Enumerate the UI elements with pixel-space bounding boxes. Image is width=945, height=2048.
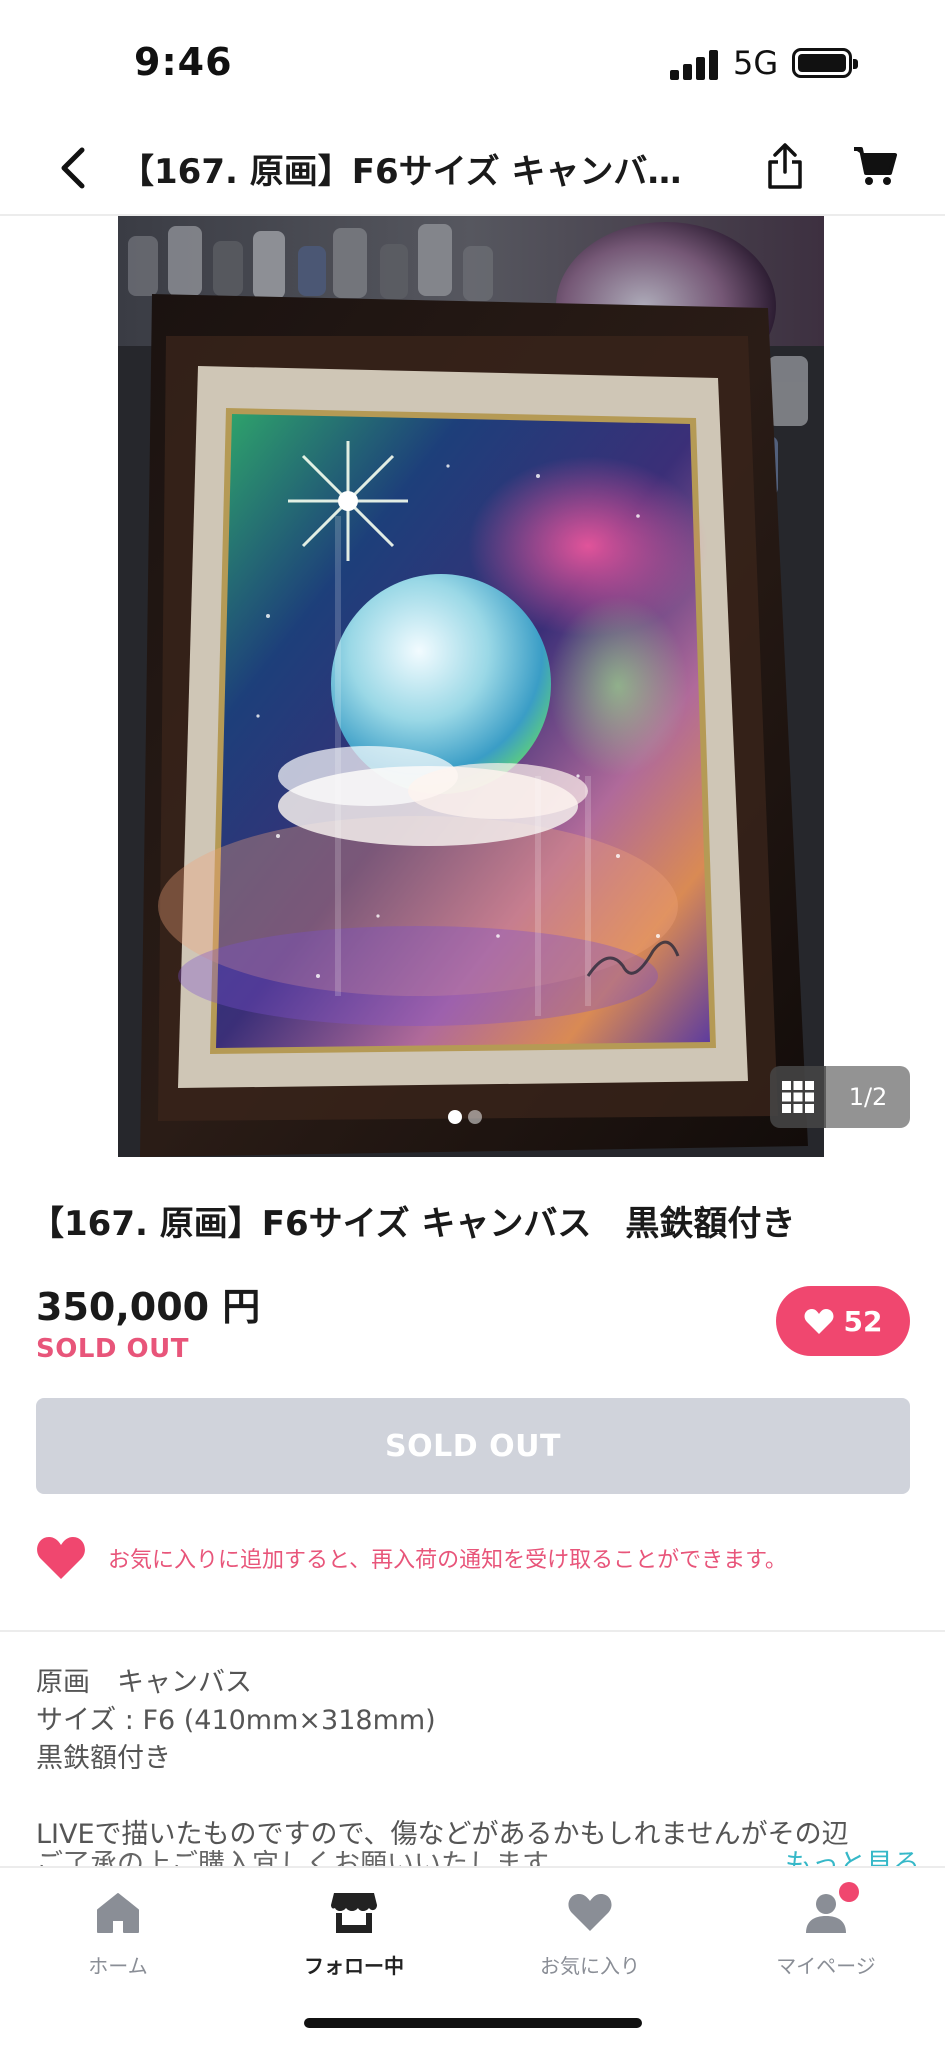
battery-icon <box>792 48 858 78</box>
nav-bar: 【167. 原画】F6サイズ キャンバス… <box>0 120 945 216</box>
person-icon <box>801 1882 859 1938</box>
like-count: 52 <box>843 1304 883 1338</box>
status-time: 9:46 <box>134 40 233 84</box>
description-line: 原画 キャンバス <box>36 1667 252 1698</box>
pagination-dot[interactable] <box>448 1110 462 1124</box>
back-button[interactable] <box>44 140 100 196</box>
heart-icon[interactable] <box>36 1536 86 1580</box>
nav-title: 【167. 原画】F6サイズ キャンバス… <box>120 152 700 192</box>
favorite-notice: お気に入りに追加すると、再入荷の通知を受け取ることができます。 <box>36 1530 910 1586</box>
tab-home-label: ホーム <box>88 1954 148 1978</box>
tab-mypage-label: マイページ <box>776 1954 876 1978</box>
heart-icon <box>565 1888 615 1938</box>
notification-badge <box>839 1882 859 1902</box>
product-detail-screen: 9:46 5G 【167. 原画】F6サイズ キャンバス… 1/2 【167. … <box>0 0 945 2048</box>
chevron-left-icon <box>61 147 85 189</box>
tab-following[interactable]: フォロー中 <box>264 1888 444 1988</box>
status-bar: 9:46 5G <box>0 0 945 120</box>
product-description: 原画 キャンバス サイズ : F6 (410mm×318mm) 黒鉄額付き LI… <box>36 1664 916 1854</box>
description-line: サイズ : F6 (410mm×318mm) <box>36 1705 436 1736</box>
grid-icon[interactable] <box>770 1066 826 1128</box>
cart-icon <box>854 147 897 185</box>
image-count: 1/2 <box>826 1066 910 1128</box>
cart-button[interactable] <box>845 136 905 196</box>
product-image[interactable] <box>118 216 824 1157</box>
like-button[interactable]: 52 <box>776 1286 910 1356</box>
share-button[interactable] <box>755 136 815 196</box>
store-icon <box>329 1888 379 1938</box>
painting-artwork <box>118 216 824 1157</box>
pagination-dot[interactable] <box>468 1110 482 1124</box>
divider <box>0 1630 945 1632</box>
signal-icon <box>670 48 720 80</box>
sold-out-label: SOLD OUT <box>36 1334 189 1364</box>
home-icon <box>93 1888 143 1938</box>
share-icon <box>768 143 802 189</box>
image-pagination-dots <box>448 1110 482 1124</box>
tab-home[interactable]: ホーム <box>28 1888 208 1988</box>
read-more-link[interactable]: もっと見る <box>760 1846 920 1866</box>
network-type: 5G <box>733 44 779 82</box>
product-price: 350,000 円 <box>36 1285 261 1329</box>
read-more-label: もっと見る <box>785 1849 920 1866</box>
tab-favorites[interactable]: お気に入り <box>500 1888 680 1988</box>
gallery-counter[interactable]: 1/2 <box>770 1066 910 1128</box>
product-title: 【167. 原画】F6サイズ キャンバス 黒鉄額付き <box>30 1204 796 1244</box>
home-indicator <box>304 2018 642 2028</box>
heart-icon <box>804 1308 833 1334</box>
sold-out-button[interactable]: SOLD OUT <box>36 1398 910 1494</box>
tab-favorites-label: お気に入り <box>540 1954 640 1978</box>
description-line: 黒鉄額付き <box>36 1743 171 1774</box>
tab-mypage[interactable]: マイページ <box>736 1882 916 1988</box>
favorite-notice-text: お気に入りに追加すると、再入荷の通知を受け取ることができます。 <box>108 1548 787 1573</box>
tab-following-label: フォロー中 <box>304 1954 404 1978</box>
